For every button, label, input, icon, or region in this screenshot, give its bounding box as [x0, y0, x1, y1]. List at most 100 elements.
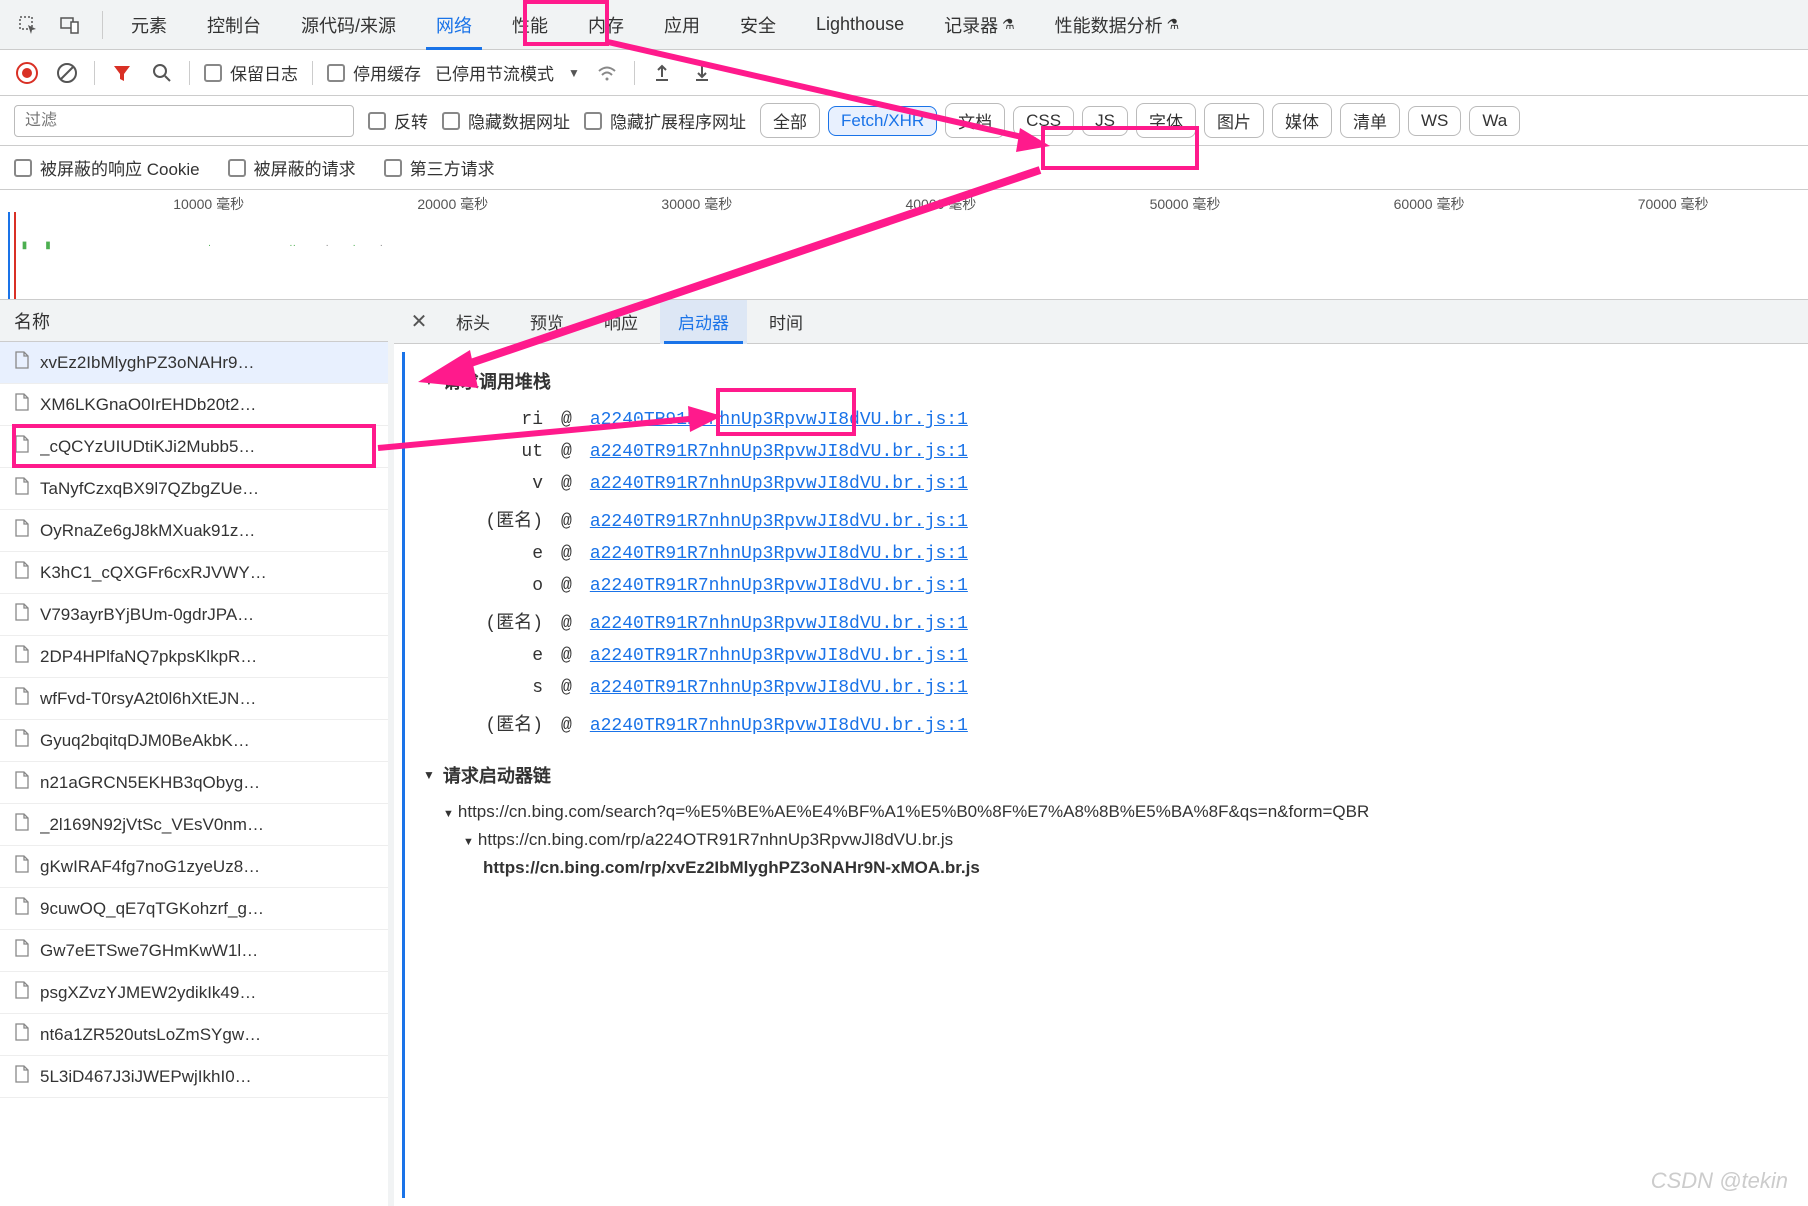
stack-source-link[interactable]: a2240TR91R7nhnUp3RpvwJI8dVU.br.js:1 — [590, 544, 968, 564]
detail-tab-timing[interactable]: 时间 — [751, 300, 821, 344]
tab-security[interactable]: 安全 — [720, 0, 796, 50]
filter-icon[interactable] — [109, 60, 135, 86]
request-name: 9cuwOQ_qE7qTGKohzrf_g… — [40, 899, 264, 919]
request-row[interactable]: Gw7eETSwe7GHmKwW1l… — [0, 930, 388, 972]
stack-source-link[interactable]: a2240TR91R7nhnUp3RpvwJI8dVU.br.js:1 — [590, 678, 968, 698]
search-icon[interactable] — [149, 60, 175, 86]
filter-input[interactable] — [14, 105, 354, 137]
tab-perf-insights[interactable]: 性能数据分析⚗ — [1035, 0, 1200, 50]
inspect-icon[interactable] — [10, 7, 46, 43]
stack-fn-name: ri — [463, 410, 543, 430]
chain-url-2[interactable]: https://cn.bing.com/rp/xvEz2IbMlyghPZ3oN… — [423, 854, 1790, 882]
tab-elements[interactable]: 元素 — [111, 0, 187, 50]
wifi-icon[interactable] — [594, 60, 620, 86]
tab-network[interactable]: 网络 — [416, 0, 492, 50]
request-row[interactable]: Gyuq2bqitqDJM0BeAkbK… — [0, 720, 388, 762]
detail-tab-response[interactable]: 响应 — [586, 300, 656, 344]
request-row[interactable]: TaNyfCzxqBX9l7QZbgZUe… — [0, 468, 388, 510]
chain-url-0[interactable]: ▼https://cn.bing.com/search?q=%E5%BE%AE%… — [423, 798, 1790, 826]
pill-font[interactable]: 字体 — [1136, 103, 1196, 138]
request-row[interactable]: wfFvd-T0rsyA2t0l6hXtEJN… — [0, 678, 388, 720]
pill-media[interactable]: 媒体 — [1272, 103, 1332, 138]
tab-sources[interactable]: 源代码/来源 — [281, 0, 416, 50]
download-icon[interactable] — [689, 60, 715, 86]
tab-console[interactable]: 控制台 — [187, 0, 281, 50]
preserve-log-checkbox[interactable]: 保留日志 — [204, 60, 298, 85]
file-icon — [14, 729, 30, 752]
request-row[interactable]: 9cuwOQ_qE7qTGKohzrf_g… — [0, 888, 388, 930]
request-row[interactable]: nt6a1ZR520utsLoZmSYgw… — [0, 1014, 388, 1056]
request-row[interactable]: gKwIRAF4fg7noG1zyeUz8… — [0, 846, 388, 888]
stack-frame: ri@a2240TR91R7nhnUp3RpvwJI8dVU.br.js:1 — [423, 404, 1790, 436]
request-row[interactable]: xvEz2IbMlyghPZ3oNAHr9… — [0, 342, 388, 384]
stack-source-link[interactable]: a2240TR91R7nhnUp3RpvwJI8dVU.br.js:1 — [590, 512, 968, 532]
tab-application[interactable]: 应用 — [644, 0, 720, 50]
upload-icon[interactable] — [649, 60, 675, 86]
stack-source-link[interactable]: a2240TR91R7nhnUp3RpvwJI8dVU.br.js:1 — [590, 474, 968, 494]
stack-source-link[interactable]: a2240TR91R7nhnUp3RpvwJI8dVU.br.js:1 — [590, 410, 968, 430]
request-row[interactable]: K3hC1_cQXGFr6cxRJVWY… — [0, 552, 388, 594]
blocked-requests-checkbox[interactable]: 被屏蔽的请求 — [228, 155, 356, 180]
file-icon — [14, 351, 30, 374]
request-row[interactable]: n21aGRCN5EKHB3qObyg… — [0, 762, 388, 804]
pill-doc[interactable]: 文档 — [945, 103, 1005, 138]
requests-list: 名称 xvEz2IbMlyghPZ3oNAHr9…XM6LKGnaO0IrEHD… — [0, 300, 394, 1206]
network-toolbar: 保留日志 停用缓存 已停用节流模式 ▼ — [0, 50, 1808, 96]
detail-tab-headers[interactable]: 标头 — [438, 300, 508, 344]
chevron-down-icon[interactable]: ▼ — [568, 66, 580, 80]
clear-icon[interactable] — [54, 60, 80, 86]
hide-ext-urls-checkbox[interactable]: 隐藏扩展程序网址 — [584, 108, 746, 133]
initiator-body: ▼请求调用堆栈 ri@a2240TR91R7nhnUp3RpvwJI8dVU.b… — [402, 352, 1808, 1198]
pill-ws[interactable]: WS — [1408, 106, 1461, 136]
throttling-status[interactable]: 已停用节流模式 — [435, 60, 554, 85]
stack-source-link[interactable]: a2240TR91R7nhnUp3RpvwJI8dVU.br.js:1 — [590, 576, 968, 596]
pill-css[interactable]: CSS — [1013, 106, 1074, 136]
request-row[interactable]: OyRnaZe6gJ8kMXuak91z… — [0, 510, 388, 552]
tab-memory[interactable]: 内存 — [568, 0, 644, 50]
stack-frame: e@a2240TR91R7nhnUp3RpvwJI8dVU.br.js:1 — [423, 538, 1790, 570]
file-icon — [14, 519, 30, 542]
request-row[interactable]: _2l169N92jVtSc_VEsV0nm… — [0, 804, 388, 846]
request-name: gKwIRAF4fg7noG1zyeUz8… — [40, 857, 260, 877]
request-row[interactable]: V793ayrBYjBUm-0gdrJPA… — [0, 594, 388, 636]
detail-tab-preview[interactable]: 预览 — [512, 300, 582, 344]
filter-row-2: 被屏蔽的响应 Cookie 被屏蔽的请求 第三方请求 — [0, 146, 1808, 190]
request-name: nt6a1ZR520utsLoZmSYgw… — [40, 1025, 261, 1045]
blocked-cookies-checkbox[interactable]: 被屏蔽的响应 Cookie — [14, 155, 200, 180]
pill-js[interactable]: JS — [1082, 106, 1128, 136]
request-row[interactable]: psgXZvzYJMEW2ydikIk49… — [0, 972, 388, 1014]
third-party-checkbox[interactable]: 第三方请求 — [384, 155, 495, 180]
request-row[interactable]: _cQCYzUIUDtiKJi2Mubb5… — [0, 426, 388, 468]
invert-checkbox[interactable]: 反转 — [368, 108, 428, 133]
initiator-chain-heading[interactable]: ▼请求启动器链 — [423, 762, 1790, 788]
request-row[interactable]: XM6LKGnaO0IrEHDb20t2… — [0, 384, 388, 426]
chain-url-1[interactable]: ▼https://cn.bing.com/rp/a224OTR91R7nhnUp… — [423, 826, 1790, 854]
stack-source-link[interactable]: a2240TR91R7nhnUp3RpvwJI8dVU.br.js:1 — [590, 442, 968, 462]
request-name: psgXZvzYJMEW2ydikIk49… — [40, 983, 256, 1003]
stack-source-link[interactable]: a2240TR91R7nhnUp3RpvwJI8dVU.br.js:1 — [590, 614, 968, 634]
pill-manifest[interactable]: 清单 — [1340, 103, 1400, 138]
network-timeline[interactable]: 10000 毫秒 20000 毫秒 30000 毫秒 40000 毫秒 5000… — [0, 190, 1808, 300]
hide-data-urls-checkbox[interactable]: 隐藏数据网址 — [442, 108, 570, 133]
tab-recorder[interactable]: 记录器⚗ — [924, 0, 1035, 50]
request-row[interactable]: 2DP4HPlfaNQ7pkpsKlkpR… — [0, 636, 388, 678]
pill-fetch-xhr[interactable]: Fetch/XHR — [828, 106, 937, 136]
device-toggle-icon[interactable] — [52, 7, 88, 43]
request-row[interactable]: 5L3iD467J3iJWEPwjIkhI0… — [0, 1056, 388, 1098]
stack-fn-name: s — [463, 678, 543, 698]
list-header-name[interactable]: 名称 — [0, 300, 388, 342]
stack-source-link[interactable]: a2240TR91R7nhnUp3RpvwJI8dVU.br.js:1 — [590, 716, 968, 736]
pill-all[interactable]: 全部 — [760, 103, 820, 138]
detail-tab-initiator[interactable]: 启动器 — [660, 300, 747, 344]
stack-source-link[interactable]: a2240TR91R7nhnUp3RpvwJI8dVU.br.js:1 — [590, 646, 968, 666]
disable-cache-checkbox[interactable]: 停用缓存 — [327, 60, 421, 85]
stack-trace-heading[interactable]: ▼请求调用堆栈 — [423, 368, 1790, 394]
close-icon[interactable]: ✕ — [404, 309, 434, 334]
record-button[interactable] — [14, 60, 40, 86]
tab-performance[interactable]: 性能 — [492, 0, 568, 50]
stack-fn-name: e — [463, 544, 543, 564]
pill-img[interactable]: 图片 — [1204, 103, 1264, 138]
stack-frame: ut@a2240TR91R7nhnUp3RpvwJI8dVU.br.js:1 — [423, 436, 1790, 468]
pill-wasm[interactable]: Wa — [1469, 106, 1520, 136]
tab-lighthouse[interactable]: Lighthouse — [796, 0, 924, 50]
